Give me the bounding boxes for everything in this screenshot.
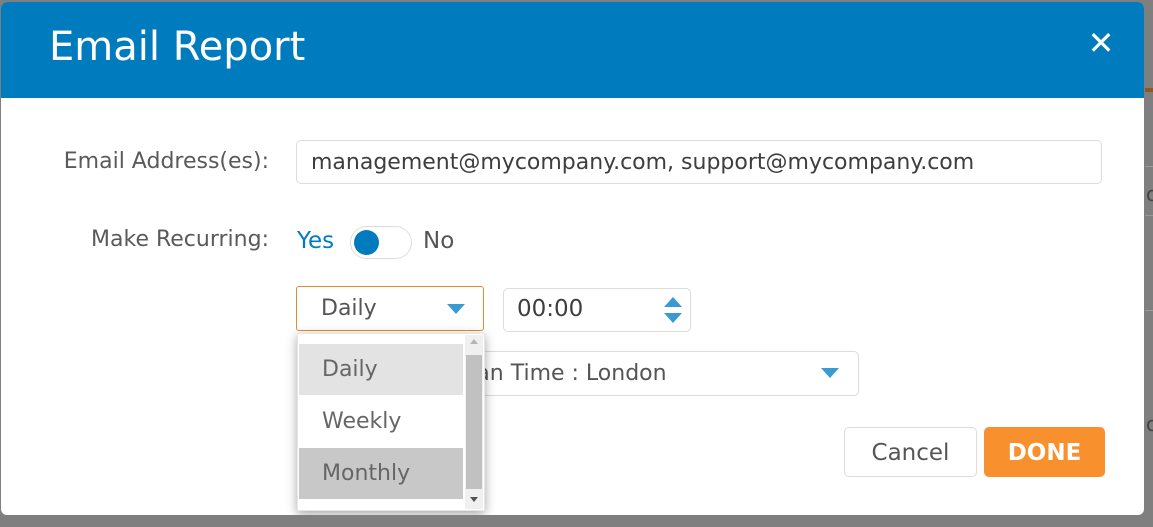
scroll-down-arrow-icon[interactable] xyxy=(470,497,478,502)
frequency-option-daily[interactable]: Daily xyxy=(299,344,463,395)
recurring-toggle[interactable] xyxy=(350,226,412,259)
frequency-selected-value: Daily xyxy=(321,296,377,321)
dialog-header: Email Report ✕ xyxy=(1,2,1144,98)
background-divider xyxy=(1145,310,1153,311)
scroll-up-arrow-icon[interactable] xyxy=(470,339,478,344)
toggle-knob xyxy=(354,230,379,255)
cancel-button[interactable]: Cancel xyxy=(844,427,977,477)
email-label: Email Address(es): xyxy=(63,149,269,174)
dialog-title: Email Report xyxy=(49,24,306,70)
background-divider xyxy=(1145,215,1153,216)
dropdown-scrollbar[interactable] xyxy=(465,335,483,509)
background-text: o xyxy=(1146,412,1153,436)
chevron-down-icon xyxy=(447,304,465,314)
done-button[interactable]: DONE xyxy=(984,427,1105,477)
frequency-option-monthly[interactable]: Monthly xyxy=(299,448,463,499)
increment-arrow-icon[interactable] xyxy=(664,297,682,307)
background-accent-strip xyxy=(1145,88,1153,92)
email-report-dialog: Email Report ✕ Email Address(es): Make R… xyxy=(1,2,1144,515)
scrollbar-thumb[interactable] xyxy=(466,355,482,489)
background-text: o xyxy=(1146,182,1153,206)
frequency-dropdown-list: Daily Weekly Monthly xyxy=(297,333,485,511)
recurring-label: Make Recurring: xyxy=(91,227,269,252)
recurring-yes-label[interactable]: Yes xyxy=(297,228,334,254)
frequency-select[interactable]: Daily xyxy=(296,286,484,331)
frequency-option-weekly[interactable]: Weekly xyxy=(299,396,463,447)
close-button[interactable]: ✕ xyxy=(1084,26,1118,60)
close-icon: ✕ xyxy=(1087,24,1115,62)
chevron-down-icon xyxy=(821,368,839,378)
time-value: 00:00 xyxy=(517,296,584,322)
email-address-input[interactable] xyxy=(296,140,1102,184)
recurring-no-label[interactable]: No xyxy=(423,228,454,254)
time-input[interactable]: 00:00 xyxy=(503,288,691,332)
decrement-arrow-icon[interactable] xyxy=(664,313,682,323)
background-divider xyxy=(1145,166,1153,167)
